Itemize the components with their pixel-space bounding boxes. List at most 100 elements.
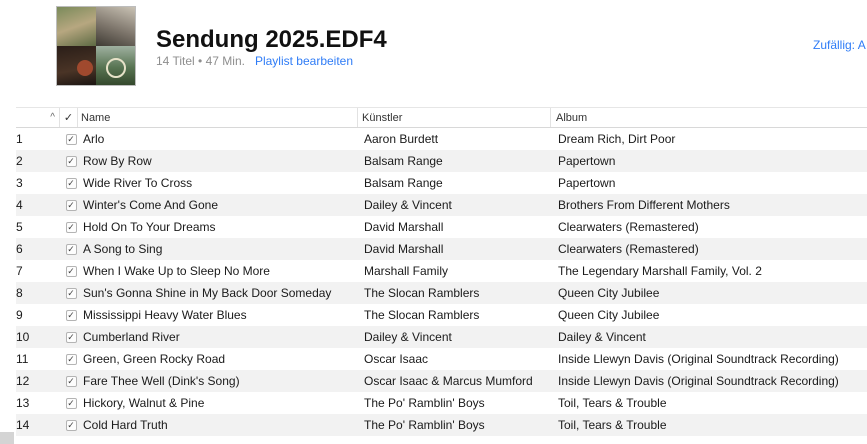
- track-artist: Aaron Burdett: [364, 132, 439, 146]
- track-checkbox[interactable]: ✓: [65, 309, 77, 321]
- track-checkbox-cell: ✓: [62, 397, 80, 409]
- track-checkbox-cell: ✓: [62, 199, 80, 211]
- track-checkbox[interactable]: ✓: [65, 419, 77, 431]
- track-artist: Balsam Range: [364, 154, 443, 168]
- track-row[interactable]: 5 ✓ Hold On To Your Dreams David Marshall Cl…: [16, 216, 867, 238]
- track-row[interactable]: 9 ✓ Mississippi Heavy Water Blues The Sloca…: [16, 304, 867, 326]
- checkmark-icon: ✓: [63, 112, 74, 124]
- track-checkbox[interactable]: ✓: [65, 287, 77, 299]
- track-album: Toil, Tears & Trouble: [558, 418, 667, 432]
- track-checkbox[interactable]: ✓: [65, 375, 77, 387]
- track-name: Fare Thee Well (Dink's Song): [83, 374, 240, 388]
- playlist-title: Sendung 2025.EDF4: [156, 26, 387, 53]
- track-number: 10: [16, 330, 30, 344]
- track-name: Winter's Come And Gone: [83, 198, 219, 212]
- track-checkbox-cell: ✓: [62, 309, 80, 321]
- track-number: 6: [16, 242, 23, 256]
- track-checkbox-cell: ✓: [62, 265, 80, 277]
- sort-ascending-icon: ^: [50, 112, 55, 123]
- track-checkbox-cell: ✓: [62, 133, 80, 145]
- playlist-duration: 47 Min.: [205, 54, 245, 68]
- track-artist: The Po' Ramblin' Boys: [364, 418, 485, 432]
- track-row[interactable]: 10 ✓ Cumberland River Dailey & Vincent Daile…: [16, 326, 867, 348]
- playlist-meta: 14 Titel • 47 Min. Playlist bearbeiten: [156, 54, 353, 68]
- track-row[interactable]: 4 ✓ Winter's Come And Gone Dailey & Vincent…: [16, 194, 867, 216]
- edit-playlist-link[interactable]: Playlist bearbeiten: [255, 54, 353, 68]
- playlist-artwork[interactable]: [56, 6, 136, 86]
- track-number: 9: [16, 308, 23, 322]
- track-checkbox-cell: ✓: [62, 155, 80, 167]
- track-checkbox[interactable]: ✓: [65, 155, 77, 167]
- track-count: 14 Titel: [156, 54, 195, 68]
- track-album: Toil, Tears & Trouble: [558, 396, 667, 410]
- track-row[interactable]: 8 ✓ Sun's Gonna Shine in My Back Door Some…: [16, 282, 867, 304]
- track-row[interactable]: 11 ✓ Green, Green Rocky Road Oscar Isaac Ins…: [16, 348, 867, 370]
- album-cover-1: [57, 7, 96, 46]
- track-album: Inside Llewyn Davis (Original Soundtrack…: [558, 352, 839, 366]
- track-name: Green, Green Rocky Road: [83, 352, 226, 366]
- track-checkbox[interactable]: ✓: [65, 265, 77, 277]
- track-artist: Marshall Family: [364, 264, 449, 278]
- track-number: 2: [16, 154, 23, 168]
- track-artist: David Marshall: [364, 242, 444, 256]
- track-row[interactable]: 2 ✓ Row By Row Balsam Range Papertown: [16, 150, 867, 172]
- track-checkbox-cell: ✓: [62, 353, 80, 365]
- track-album: Clearwaters (Remastered): [558, 220, 699, 234]
- track-name: Row By Row: [83, 154, 152, 168]
- column-header-artist[interactable]: Künstler: [358, 108, 551, 127]
- track-name: Cumberland River: [83, 330, 180, 344]
- track-checkbox-cell: ✓: [62, 243, 80, 255]
- track-checkbox[interactable]: ✓: [65, 397, 77, 409]
- track-checkbox-cell: ✓: [62, 331, 80, 343]
- track-name: Wide River To Cross: [83, 176, 193, 190]
- track-number: 13: [16, 396, 30, 410]
- track-number: 4: [16, 198, 23, 212]
- track-checkbox[interactable]: ✓: [65, 199, 77, 211]
- track-number: 11: [16, 352, 29, 366]
- window-corner: [0, 432, 14, 444]
- track-row[interactable]: 3 ✓ Wide River To Cross Balsam Range Paperto…: [16, 172, 867, 194]
- track-album: Clearwaters (Remastered): [558, 242, 699, 256]
- track-row[interactable]: 13 ✓ Hickory, Walnut & Pine The Po' Ramblin…: [16, 392, 867, 414]
- column-header-album[interactable]: Album: [551, 108, 867, 127]
- track-row[interactable]: 12 ✓ Fare Thee Well (Dink's Song) Oscar Isa…: [16, 370, 867, 392]
- track-number: 3: [16, 176, 23, 190]
- column-header-name[interactable]: Name: [78, 108, 358, 127]
- track-checkbox-cell: ✓: [62, 287, 80, 299]
- track-row[interactable]: 14 ✓ Cold Hard Truth The Po' Ramblin' Boys T…: [16, 414, 867, 436]
- track-checkbox[interactable]: ✓: [65, 331, 77, 343]
- track-album: Papertown: [558, 154, 616, 168]
- track-checkbox[interactable]: ✓: [65, 177, 77, 189]
- track-artist: Dailey & Vincent: [364, 330, 452, 344]
- track-checkbox[interactable]: ✓: [65, 243, 77, 255]
- track-album: Queen City Jubilee: [558, 308, 660, 322]
- album-cover-3: [57, 46, 96, 85]
- track-name: Arlo: [83, 132, 105, 146]
- track-row[interactable]: 1 ✓ Arlo Aaron Burdett Dream Rich, Dirt Poor: [16, 128, 867, 150]
- track-checkbox[interactable]: ✓: [65, 221, 77, 233]
- track-artist: Dailey & Vincent: [364, 198, 452, 212]
- track-number: 1: [16, 132, 23, 146]
- track-checkbox[interactable]: ✓: [65, 133, 77, 145]
- track-album: Brothers From Different Mothers: [558, 198, 730, 212]
- table-header: ^ ✓ Name Künstler Album: [16, 107, 867, 128]
- track-artist: Oscar Isaac & Marcus Mumford: [364, 374, 533, 388]
- column-header-sort[interactable]: ^: [16, 108, 60, 127]
- track-album: Dream Rich, Dirt Poor: [558, 132, 676, 146]
- track-artist: The Slocan Ramblers: [364, 308, 480, 322]
- track-checkbox-cell: ✓: [62, 419, 80, 431]
- shuffle-button[interactable]: Zufällig: A: [813, 38, 866, 52]
- track-row[interactable]: 7 ✓ When I Wake Up to Sleep No More Marshal…: [16, 260, 867, 282]
- track-album: Dailey & Vincent: [558, 330, 646, 344]
- track-album: Inside Llewyn Davis (Original Soundtrack…: [558, 374, 839, 388]
- track-checkbox-cell: ✓: [62, 221, 80, 233]
- track-number: 12: [16, 374, 30, 388]
- track-table: ^ ✓ Name Künstler Album 1 ✓ Arlo Aaron Burd…: [16, 107, 867, 436]
- column-header-checked[interactable]: ✓: [60, 108, 78, 127]
- track-checkbox[interactable]: ✓: [65, 353, 77, 365]
- track-album: The Legendary Marshall Family, Vol. 2: [558, 264, 762, 278]
- album-cover-2: [96, 7, 135, 46]
- track-album: Queen City Jubilee: [558, 286, 660, 300]
- track-row[interactable]: 6 ✓ A Song to Sing David Marshall Clearwater…: [16, 238, 867, 260]
- track-number: 5: [16, 220, 23, 234]
